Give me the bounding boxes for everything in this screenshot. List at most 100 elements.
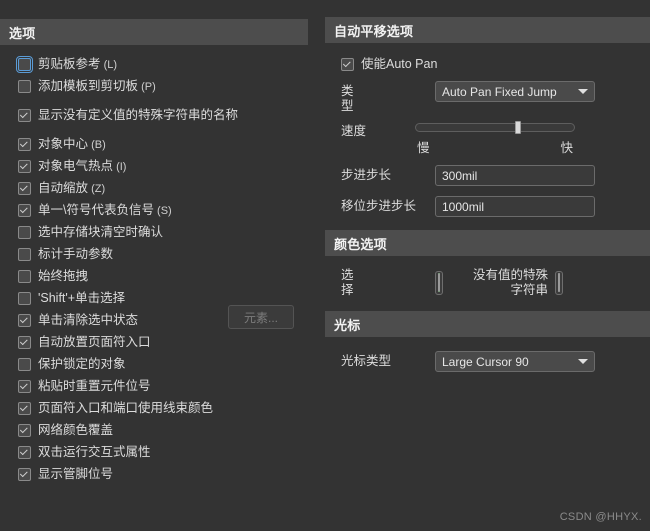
option-checkbox[interactable] xyxy=(18,159,31,173)
selection-color-label: 选择 xyxy=(341,268,354,297)
option-row[interactable]: 显示管脚位号 xyxy=(0,463,325,485)
option-checkbox[interactable] xyxy=(18,181,31,195)
option-row[interactable]: 双击运行交互式属性 xyxy=(0,441,325,463)
novalue-color-label: 没有值的特殊 字符串 xyxy=(473,268,549,297)
autopan-type-row: 类型 Auto Pan Fixed Jump xyxy=(325,81,650,114)
option-label: 始终拖拽 xyxy=(38,268,89,283)
autopan-speed-slider-wrap: 慢 快 xyxy=(415,118,575,156)
novalue-color-chip xyxy=(558,273,561,292)
option-checkbox[interactable] xyxy=(18,335,31,349)
option-mnemonic: (B) xyxy=(88,138,106,151)
option-checkbox[interactable] xyxy=(18,291,31,305)
colors-group-title: 颜色选项 xyxy=(334,236,387,252)
option-label: 粘贴时重置元件位号 xyxy=(38,378,151,393)
slider-thumb[interactable] xyxy=(515,121,521,134)
option-checkbox[interactable] xyxy=(18,137,31,151)
option-checkbox[interactable] xyxy=(18,313,31,327)
option-row[interactable]: 对象电气热点 (I) xyxy=(0,155,325,177)
autopan-step-row: 步进步长 300mil xyxy=(325,165,650,186)
enable-autopan-label: 使能Auto Pan xyxy=(361,56,438,71)
autopan-group-title: 自动平移选项 xyxy=(334,23,414,39)
speed-slow-label: 慢 xyxy=(417,141,430,155)
option-row[interactable]: 保护锁定的对象 xyxy=(0,353,325,375)
option-checkbox[interactable] xyxy=(18,423,31,437)
novalue-color-swatch[interactable] xyxy=(555,271,564,295)
autopan-step-value: 300mil xyxy=(442,168,478,183)
selection-color-swatch[interactable] xyxy=(435,271,443,295)
option-row[interactable]: 添加模板到剪切板 (P) xyxy=(0,75,325,97)
option-mnemonic: (L) xyxy=(100,58,118,71)
option-checkbox[interactable] xyxy=(18,108,31,122)
autopan-shift-step-input[interactable]: 1000mil xyxy=(435,196,595,217)
option-checkbox[interactable] xyxy=(18,79,31,93)
option-row[interactable]: 网络颜色覆盖 xyxy=(0,419,325,441)
option-row[interactable]: 自动放置页面符入口 xyxy=(0,331,325,353)
option-row[interactable]: 标计手动参数 xyxy=(0,243,325,265)
option-row[interactable]: 自动缩放 (Z) xyxy=(0,177,325,199)
elements-button-label: 元素... xyxy=(243,310,278,325)
option-row[interactable]: 剪贴板参考 (L) xyxy=(0,53,325,75)
option-checkbox[interactable] xyxy=(18,467,31,481)
option-row[interactable]: 始终拖拽 xyxy=(0,265,325,287)
colors-group-header: 颜色选项 xyxy=(325,230,650,256)
option-label: 标计手动参数 xyxy=(38,246,114,261)
autopan-step-input[interactable]: 300mil xyxy=(435,165,595,186)
cursor-group-header: 光标 xyxy=(325,311,650,337)
autopan-shift-step-label: 移位步进步长 xyxy=(341,199,417,213)
option-checkbox[interactable] xyxy=(18,445,31,459)
chevron-down-icon xyxy=(578,359,588,364)
enable-autopan-row[interactable]: 使能Auto Pan xyxy=(325,53,650,75)
option-row[interactable]: 粘贴时重置元件位号 xyxy=(0,375,325,397)
option-mnemonic: (Z) xyxy=(88,182,106,195)
option-row[interactable]: 页面符入口和端口使用线束颜色 xyxy=(0,397,325,419)
option-label: 选中存储块清空时确认 xyxy=(38,224,164,239)
autopan-type-combo[interactable]: Auto Pan Fixed Jump xyxy=(435,81,595,102)
option-checkbox[interactable] xyxy=(18,225,31,239)
option-label: 对象电气热点 (I) xyxy=(38,158,127,173)
autopan-speed-slider[interactable] xyxy=(415,121,575,134)
options-group-title: 选项 xyxy=(9,25,36,41)
cursor-type-label: 光标类型 xyxy=(341,354,392,368)
option-mnemonic: (I) xyxy=(113,160,127,173)
cursor-group-title: 光标 xyxy=(334,317,361,333)
elements-button[interactable]: 元素... xyxy=(228,305,294,329)
speed-fast-label: 快 xyxy=(560,141,573,155)
selection-color-chip xyxy=(438,273,440,292)
chevron-down-icon xyxy=(578,89,588,94)
option-label: 自动缩放 (Z) xyxy=(38,180,106,195)
option-checkbox[interactable] xyxy=(16,55,33,73)
autopan-type-value: Auto Pan Fixed Jump xyxy=(442,84,557,99)
option-label: 网络颜色覆盖 xyxy=(38,422,114,437)
option-checkbox[interactable] xyxy=(18,401,31,415)
autopan-shift-step-value: 1000mil xyxy=(442,199,485,214)
right-panel: 自动平移选项 使能Auto Pan 类型 Auto Pan Fixed Jump… xyxy=(325,0,650,531)
option-label: 显示没有定义值的特殊字符串的名称 xyxy=(38,107,239,122)
autopan-step-label: 步进步长 xyxy=(341,168,392,182)
enable-autopan-checkbox[interactable] xyxy=(341,57,354,71)
option-label: 自动放置页面符入口 xyxy=(38,334,151,349)
option-label: 'Shift'+单击选择 xyxy=(38,290,126,305)
option-label: 显示管脚位号 xyxy=(38,466,114,481)
option-checkbox[interactable] xyxy=(18,379,31,393)
cursor-type-value: Large Cursor 90 xyxy=(442,354,529,369)
autopan-shift-step-row: 移位步进步长 1000mil xyxy=(325,196,650,217)
option-checkbox[interactable] xyxy=(18,247,31,261)
option-label: 单一\符号代表负信号 (S) xyxy=(38,202,172,217)
cursor-type-row: 光标类型 Large Cursor 90 xyxy=(325,351,650,372)
preferences-dialog: 选项 剪贴板参考 (L) 添加模板到剪切板 (P) 显示没有定义值的特殊字符串的名称… xyxy=(0,0,650,531)
options-checkbox-list: 剪贴板参考 (L) 添加模板到剪切板 (P) 显示没有定义值的特殊字符串的名称对象中… xyxy=(0,45,325,485)
option-checkbox[interactable] xyxy=(18,357,31,371)
option-row[interactable]: 单一\符号代表负信号 (S) xyxy=(0,199,325,221)
option-row[interactable]: 选中存储块清空时确认 xyxy=(0,221,325,243)
option-mnemonic: (S) xyxy=(153,204,172,217)
option-checkbox[interactable] xyxy=(18,203,31,217)
options-panel: 选项 剪贴板参考 (L) 添加模板到剪切板 (P) 显示没有定义值的特殊字符串的名称… xyxy=(0,0,325,531)
option-label: 单击清除选中状态 xyxy=(38,312,139,327)
cursor-type-combo[interactable]: Large Cursor 90 xyxy=(435,351,595,372)
option-row[interactable]: 显示没有定义值的特殊字符串的名称 xyxy=(0,104,325,126)
option-label: 页面符入口和端口使用线束颜色 xyxy=(38,400,214,415)
option-checkbox[interactable] xyxy=(18,269,31,283)
option-row[interactable]: 对象中心 (B) xyxy=(0,133,325,155)
option-mnemonic: (P) xyxy=(138,80,156,93)
option-label: 双击运行交互式属性 xyxy=(38,444,151,459)
